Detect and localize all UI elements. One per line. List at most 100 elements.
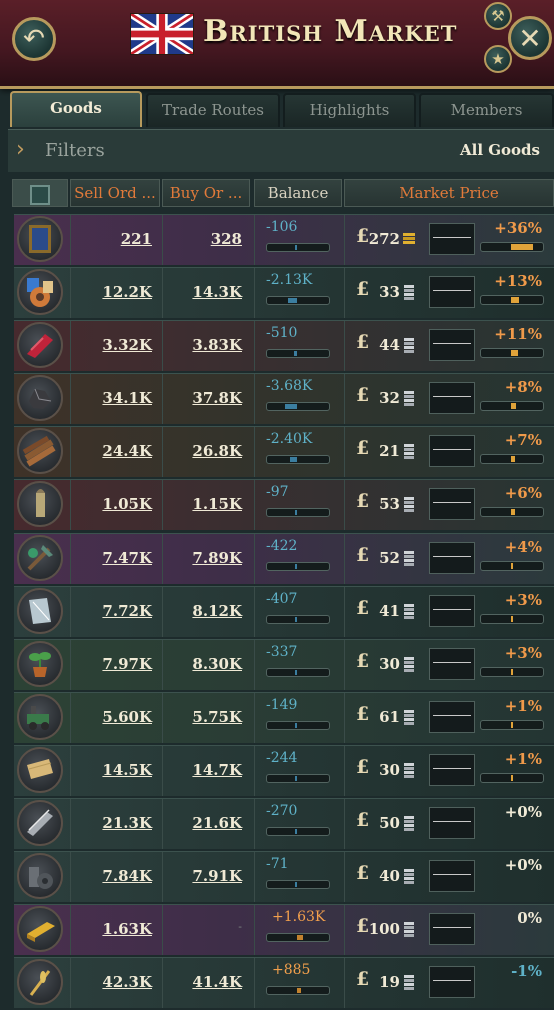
row-divider [70, 958, 71, 1009]
groceries-icon[interactable] [17, 269, 63, 316]
grain-icon[interactable] [17, 959, 63, 1006]
filters-bar[interactable]: › Filters All Goods [8, 129, 554, 172]
sell-orders-value[interactable]: 21.3K [74, 814, 152, 832]
goods-row[interactable]: 21.3K 21.6K -270 £ 50 +0% [14, 798, 554, 850]
steel-icon[interactable] [17, 800, 63, 847]
tab-members[interactable]: Members [419, 93, 554, 127]
sell-orders-value[interactable]: 7.47K [74, 549, 152, 567]
goods-row[interactable]: 7.84K 7.91K -71 £ 40 +0% [14, 851, 554, 903]
tab-highlights[interactable]: Highlights [283, 93, 416, 127]
sell-orders-value[interactable]: 3.32K [74, 336, 152, 354]
balance-value: -97 [266, 484, 289, 501]
goods-row[interactable]: 42.3K 41.4K +885 £ 19 -1% [14, 957, 554, 1009]
filter-value[interactable]: All Goods [460, 141, 540, 159]
sell-orders-value[interactable]: 42.3K [74, 973, 152, 991]
star-button[interactable]: ★ [484, 45, 512, 73]
goods-row[interactable]: 3.32K 3.83K -510 £ 44 +11% [14, 320, 554, 372]
sell-orders-column[interactable]: Sell Ord ... [70, 179, 160, 207]
buy-orders-column[interactable]: Buy Or ... [162, 179, 250, 207]
price-history-chart[interactable] [429, 541, 475, 574]
buy-orders-value[interactable]: 14.7K [164, 761, 242, 779]
goods-row[interactable]: 221 328 -106 £ 272 +36% [14, 214, 554, 265]
buy-orders-value[interactable]: 21.6K [164, 814, 242, 832]
price-history-chart[interactable] [429, 329, 475, 362]
goods-row[interactable]: 5.60K 5.75K -149 £ 61 +1% [14, 691, 554, 743]
price-history-chart[interactable] [429, 382, 475, 415]
glass-icon[interactable] [17, 587, 63, 634]
sell-orders-value[interactable]: 24.4K [74, 442, 152, 460]
price-history-chart[interactable] [429, 488, 475, 521]
gold-icon[interactable] [17, 906, 63, 953]
buy-orders-value[interactable]: 8.12K [164, 602, 242, 620]
row-divider [70, 745, 71, 796]
row-divider [162, 852, 163, 903]
balance-value: -2.40K [266, 431, 313, 448]
sell-orders-value[interactable]: 7.72K [74, 602, 152, 620]
price-history-chart[interactable] [429, 807, 475, 840]
buy-orders-value[interactable]: 328 [164, 230, 242, 248]
buy-orders-value[interactable]: 37.8K [164, 389, 242, 407]
market-price-column[interactable]: Market Price [344, 179, 554, 207]
fertilizer-icon[interactable] [17, 640, 63, 687]
buy-orders-value[interactable]: 41.4K [164, 973, 242, 991]
sell-orders-value[interactable]: 1.05K [74, 495, 152, 513]
buy-orders-value[interactable]: 3.83K [164, 336, 242, 354]
tab-trade-routes[interactable]: Trade Routes [146, 93, 280, 127]
painting-icon[interactable] [17, 216, 63, 262]
price-history-chart[interactable] [429, 594, 475, 627]
sell-orders-value[interactable]: 34.1K [74, 389, 152, 407]
goods-row[interactable]: 7.72K 8.12K -407 £ 41 +3% [14, 585, 554, 637]
goods-row[interactable]: 34.1K 37.8K -3.68K £ 32 +8% [14, 373, 554, 425]
sell-orders-value[interactable]: 12.2K [74, 283, 152, 301]
engines-icon[interactable] [17, 693, 63, 740]
buy-orders-value[interactable]: - [164, 920, 242, 933]
tools-icon[interactable] [17, 534, 63, 581]
hammer-button[interactable]: ⚒ [484, 2, 512, 30]
balance-bar [266, 614, 330, 624]
price-history-chart[interactable] [429, 435, 475, 468]
buy-orders-value[interactable]: 1.15K [164, 495, 242, 513]
price-history-chart[interactable] [429, 700, 475, 733]
sell-orders-value[interactable]: 14.5K [74, 761, 152, 779]
buy-orders-value[interactable]: 26.8K [164, 442, 242, 460]
price-change-bar [480, 613, 544, 624]
buy-orders-value[interactable]: 8.30K [164, 655, 242, 673]
sell-orders-value[interactable]: 221 [74, 230, 152, 248]
price-history-chart[interactable] [429, 860, 475, 893]
sell-orders-value[interactable]: 7.97K [74, 655, 152, 673]
goods-row[interactable]: 1.05K 1.15K -97 £ 53 +6% [14, 479, 554, 531]
sell-orders-value[interactable]: 5.60K [74, 708, 152, 726]
goods-row[interactable]: 7.47K 7.89K -422 £ 52 +4% [14, 532, 554, 584]
goods-row[interactable]: 14.5K 14.7K -244 £ 30 +1% [14, 744, 554, 796]
price-history-chart[interactable] [429, 276, 475, 309]
price-history-chart[interactable] [429, 647, 475, 680]
buy-orders-value[interactable]: 7.89K [164, 549, 242, 567]
paper-icon[interactable] [17, 746, 63, 793]
sell-orders-value[interactable]: 1.63K [74, 920, 152, 938]
balance-bar [266, 561, 330, 571]
buy-orders-value[interactable]: 7.91K [164, 867, 242, 885]
wood-icon[interactable] [17, 428, 63, 475]
goods-column-sort[interactable] [12, 179, 68, 207]
ammunition-icon[interactable] [17, 481, 63, 528]
goods-row[interactable]: 24.4K 26.8K -2.40K £ 21 +7% [14, 426, 554, 478]
price-history-chart[interactable] [429, 913, 475, 946]
buy-orders-value[interactable]: 5.75K [164, 708, 242, 726]
balance-column[interactable]: Balance [254, 179, 342, 207]
price-change-value: +7% [504, 431, 542, 450]
goods-row[interactable]: 1.63K - +1.63K £ 100 0% [14, 904, 554, 956]
back-button[interactable]: ↶ [12, 17, 56, 61]
goods-row[interactable]: 12.2K 14.3K -2.13K £ 33 +13% [14, 267, 554, 319]
iron-icon[interactable] [17, 853, 63, 900]
buy-orders-value[interactable]: 14.3K [164, 283, 242, 301]
silver-coin-stack-icon [404, 922, 414, 938]
goods-row[interactable]: 7.97K 8.30K -337 £ 30 +3% [14, 638, 554, 690]
price-history-chart[interactable] [429, 223, 475, 255]
coal-icon[interactable] [17, 375, 63, 422]
sell-orders-value[interactable]: 7.84K [74, 867, 152, 885]
price-history-chart[interactable] [429, 753, 475, 786]
price-history-chart[interactable] [429, 966, 475, 999]
close-button[interactable]: ✕ [508, 16, 552, 60]
fabric-icon[interactable] [17, 322, 63, 369]
tab-goods[interactable]: Goods [10, 91, 142, 127]
